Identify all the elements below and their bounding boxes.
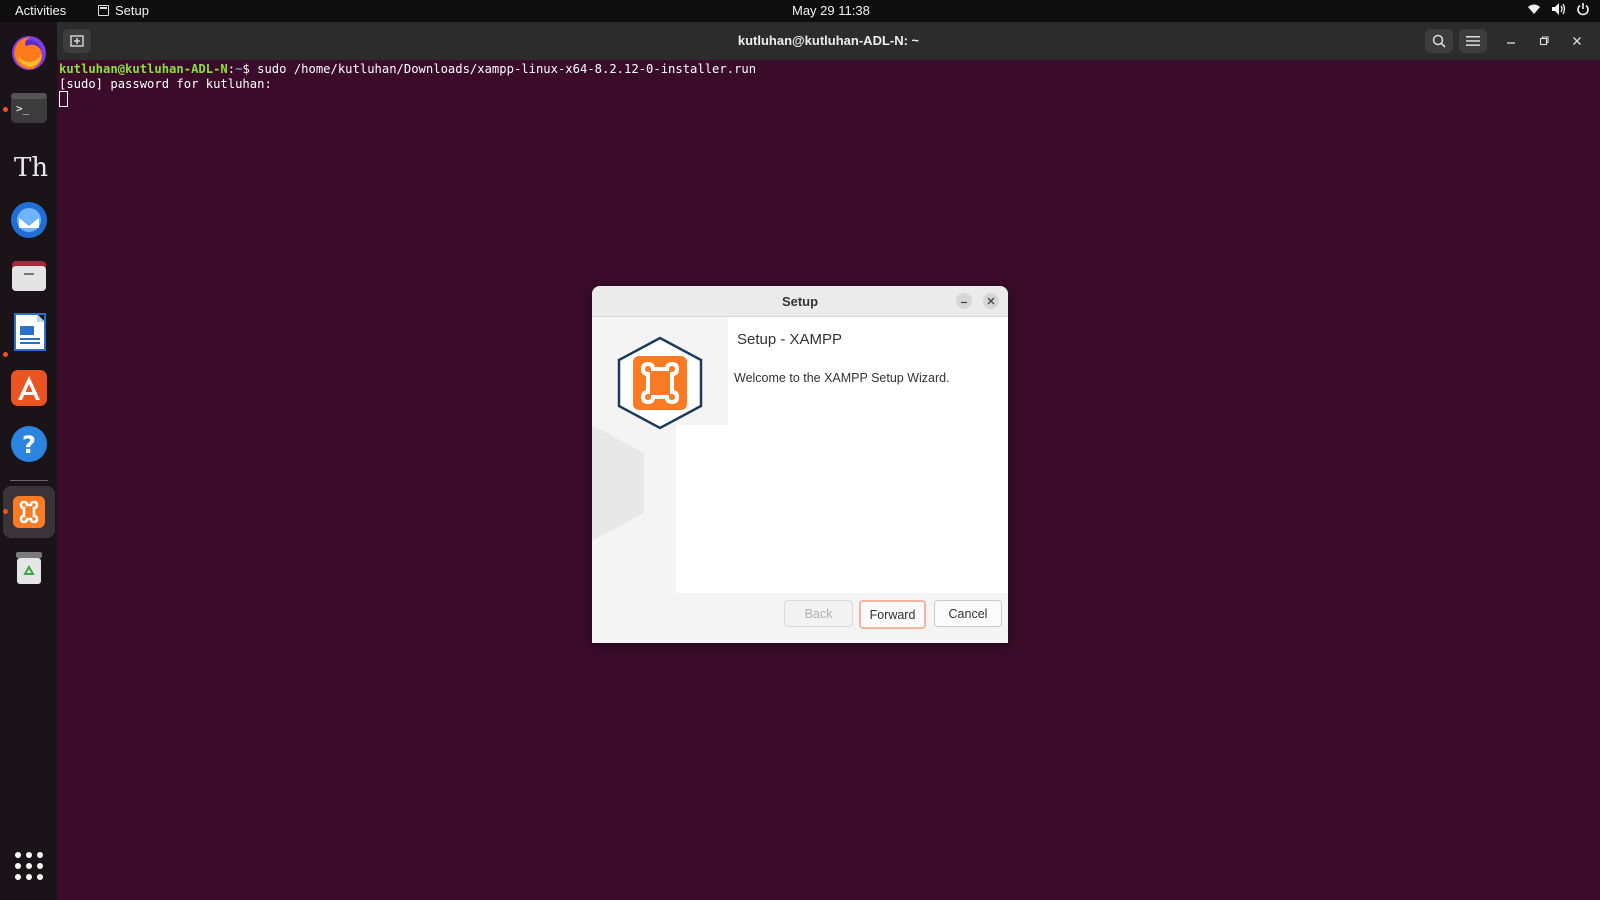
trash-icon[interactable]: [9, 548, 49, 588]
thunderbird-icon[interactable]: [9, 200, 49, 240]
terminal-icon[interactable]: >_: [9, 88, 49, 128]
dock: >_ Th ?: [0, 22, 57, 900]
libreoffice-writer-icon[interactable]: [9, 312, 49, 352]
app-menu-label: Setup: [115, 3, 149, 18]
svg-text:?: ?: [22, 431, 36, 459]
close-button[interactable]: [1563, 29, 1591, 53]
svg-text:Th: Th: [14, 153, 48, 183]
volume-icon[interactable]: [1551, 2, 1566, 16]
cancel-button[interactable]: Cancel: [934, 600, 1002, 627]
prompt-symbol: $: [242, 62, 250, 76]
prompt-user: kutluhan@kutluhan-ADL-N: [59, 62, 228, 76]
menu-icon: [1466, 36, 1480, 46]
running-indicator: [3, 509, 8, 514]
terminal-header-bar: kutluhan@kutluhan-ADL-N: ~: [57, 22, 1600, 60]
close-icon: [1573, 37, 1581, 45]
window-icon: [98, 5, 109, 16]
minimize-icon: [961, 301, 967, 304]
hamburger-menu-button[interactable]: [1459, 29, 1487, 53]
firefox-icon[interactable]: [9, 32, 49, 72]
terminal-title: kutluhan@kutluhan-ADL-N: ~: [737, 33, 920, 48]
running-indicator: [3, 107, 8, 112]
minimize-icon: [1507, 42, 1515, 44]
prompt-separator: :: [227, 62, 236, 76]
activities-button[interactable]: Activities: [15, 3, 66, 18]
search-icon: [1432, 34, 1446, 48]
dialog-footer: Back Forward Cancel: [592, 593, 1008, 643]
system-tray[interactable]: [1527, 2, 1590, 16]
forward-button[interactable]: Forward: [859, 600, 926, 629]
xampp-icon[interactable]: [9, 492, 49, 532]
power-icon[interactable]: [1576, 2, 1590, 16]
minimize-button[interactable]: [1497, 29, 1525, 53]
svg-text:>_: >_: [16, 102, 30, 115]
show-apps-icon[interactable]: [9, 846, 49, 886]
typora-icon[interactable]: Th: [9, 144, 49, 184]
app-center-icon[interactable]: [9, 368, 49, 408]
dialog-header-bar: Setup: [592, 286, 1008, 317]
setup-heading: Setup - XAMPP: [737, 331, 843, 348]
dock-separator: [10, 480, 48, 481]
maximize-button[interactable]: [1530, 29, 1558, 53]
dialog-title: Setup: [781, 294, 819, 309]
terminal-cursor: [59, 91, 68, 107]
sudo-prompt: [sudo] password for kutluhan:: [59, 77, 272, 91]
wifi-icon[interactable]: [1527, 2, 1541, 16]
app-menu[interactable]: Setup: [98, 3, 149, 18]
dialog-minimize-button[interactable]: [956, 293, 972, 309]
command-line: kutluhan@kutluhan-ADL-N:~$ sudo /home/ku…: [59, 62, 756, 76]
command-text: sudo /home/kutluhan/Downloads/xampp-linu…: [249, 62, 757, 76]
welcome-text: Welcome to the XAMPP Setup Wizard.: [734, 371, 950, 385]
side-banner: [592, 317, 728, 593]
terminal-scrollbar[interactable]: [1592, 60, 1600, 900]
dialog-content: Setup - XAMPP Welcome to the XAMPP Setup…: [592, 317, 1008, 593]
close-icon: [987, 297, 995, 305]
search-button[interactable]: [1425, 29, 1453, 53]
clock[interactable]: May 29 11:38: [792, 3, 870, 18]
help-icon[interactable]: ?: [9, 424, 49, 464]
back-button[interactable]: Back: [784, 600, 853, 627]
running-indicator: [3, 352, 8, 357]
dialog-close-button[interactable]: [983, 293, 999, 309]
restore-icon: [1539, 36, 1549, 46]
files-icon[interactable]: [9, 256, 49, 296]
setup-dialog: Setup Setup - XAMPP Welcome to the XAMPP…: [592, 286, 1008, 643]
top-bar: Activities Setup May 29 11:38: [0, 0, 1600, 22]
